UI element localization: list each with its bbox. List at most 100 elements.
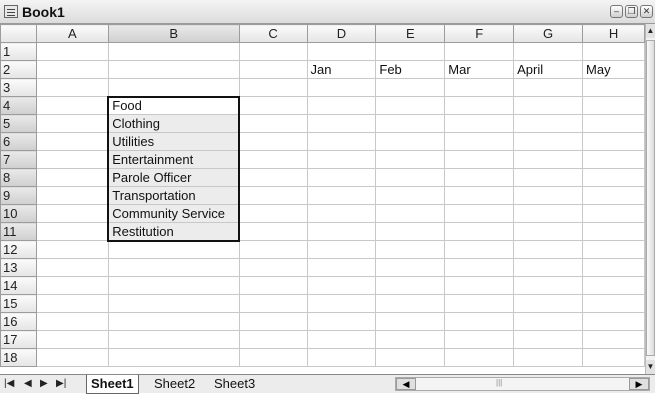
last-sheet-icon[interactable]: ▶|: [56, 378, 66, 389]
cell-d4[interactable]: [306, 96, 377, 115]
cell-h16[interactable]: [582, 312, 645, 331]
cell-e4[interactable]: [375, 96, 446, 115]
cell-e13[interactable]: [375, 258, 446, 277]
cell-e3[interactable]: [375, 78, 446, 97]
cell-a18[interactable]: [35, 348, 109, 367]
cell-a3[interactable]: [35, 78, 109, 97]
cell-a2[interactable]: [35, 60, 109, 79]
cell-b3[interactable]: [107, 78, 240, 97]
cell-c9[interactable]: [238, 186, 308, 205]
cell-e10[interactable]: [375, 204, 446, 223]
cell-h2[interactable]: May: [582, 60, 645, 79]
cell-c16[interactable]: [238, 312, 308, 331]
cell-d11[interactable]: [306, 222, 377, 241]
row-header-11[interactable]: 11: [0, 222, 37, 241]
cell-g5[interactable]: [513, 114, 584, 133]
cell-b14[interactable]: [107, 276, 240, 295]
cell-a14[interactable]: [35, 276, 109, 295]
cell-d2[interactable]: Jan: [306, 60, 377, 79]
cell-c18[interactable]: [238, 348, 308, 367]
row-header-17[interactable]: 17: [0, 330, 37, 349]
cell-c5[interactable]: [238, 114, 308, 133]
row-header-2[interactable]: 2: [0, 60, 37, 79]
cell-b8[interactable]: Parole Officer: [107, 168, 241, 187]
vertical-scroll-thumb[interactable]: [646, 40, 655, 356]
cell-b17[interactable]: [107, 330, 240, 349]
cell-e16[interactable]: [375, 312, 446, 331]
cell-c13[interactable]: [238, 258, 308, 277]
cell-b11[interactable]: Restitution: [107, 222, 241, 242]
column-header-e[interactable]: E: [375, 24, 446, 43]
cell-h3[interactable]: [582, 78, 645, 97]
cell-a10[interactable]: [35, 204, 109, 223]
cell-c12[interactable]: [238, 240, 308, 259]
cell-f1[interactable]: [444, 42, 515, 61]
cell-h6[interactable]: [582, 132, 645, 151]
cell-d15[interactable]: [306, 294, 377, 313]
cell-h4[interactable]: [582, 96, 645, 115]
cell-d18[interactable]: [306, 348, 377, 367]
cell-d3[interactable]: [306, 78, 377, 97]
cell-g9[interactable]: [513, 186, 584, 205]
row-header-3[interactable]: 3: [0, 78, 37, 97]
cell-d9[interactable]: [306, 186, 377, 205]
cell-d5[interactable]: [306, 114, 377, 133]
cell-h13[interactable]: [582, 258, 645, 277]
cell-f15[interactable]: [444, 294, 515, 313]
cell-d6[interactable]: [306, 132, 377, 151]
sheet-tab-2[interactable]: Sheet2: [150, 375, 199, 393]
cell-e15[interactable]: [375, 294, 446, 313]
cell-c3[interactable]: [238, 78, 308, 97]
cell-a6[interactable]: [35, 132, 109, 151]
cell-f11[interactable]: [444, 222, 515, 241]
row-header-7[interactable]: 7: [0, 150, 37, 169]
cell-f7[interactable]: [444, 150, 515, 169]
cell-h12[interactable]: [582, 240, 645, 259]
cell-f18[interactable]: [444, 348, 515, 367]
cell-g10[interactable]: [513, 204, 584, 223]
cell-a1[interactable]: [35, 42, 109, 61]
cell-g4[interactable]: [513, 96, 584, 115]
cell-h11[interactable]: [582, 222, 645, 241]
cell-e7[interactable]: [375, 150, 446, 169]
cell-b5[interactable]: Clothing: [107, 114, 241, 133]
column-header-h[interactable]: H: [582, 24, 645, 43]
excel-document-icon[interactable]: [4, 5, 18, 18]
cell-f10[interactable]: [444, 204, 515, 223]
cell-d13[interactable]: [306, 258, 377, 277]
cell-b9[interactable]: Transportation: [107, 186, 241, 205]
cell-h5[interactable]: [582, 114, 645, 133]
cell-f5[interactable]: [444, 114, 515, 133]
cell-c1[interactable]: [238, 42, 308, 61]
cell-c6[interactable]: [238, 132, 308, 151]
cell-f8[interactable]: [444, 168, 515, 187]
cell-h17[interactable]: [582, 330, 645, 349]
scroll-left-icon[interactable]: ◀: [396, 378, 416, 390]
cell-g3[interactable]: [513, 78, 584, 97]
cell-d16[interactable]: [306, 312, 377, 331]
cell-c10[interactable]: [238, 204, 308, 223]
column-header-b[interactable]: B: [107, 24, 240, 43]
cell-b7[interactable]: Entertainment: [107, 150, 241, 169]
row-header-6[interactable]: 6: [0, 132, 37, 151]
cell-h15[interactable]: [582, 294, 645, 313]
cell-g17[interactable]: [513, 330, 584, 349]
cell-a16[interactable]: [35, 312, 109, 331]
cell-h7[interactable]: [582, 150, 645, 169]
vertical-scrollbar[interactable]: ▲ ▼: [645, 24, 655, 374]
cell-e18[interactable]: [375, 348, 446, 367]
cell-g2[interactable]: April: [513, 60, 584, 79]
select-all-corner[interactable]: [0, 24, 37, 43]
cell-d8[interactable]: [306, 168, 377, 187]
row-header-18[interactable]: 18: [0, 348, 37, 367]
row-header-14[interactable]: 14: [0, 276, 37, 295]
cell-c4[interactable]: [238, 96, 308, 115]
cell-g12[interactable]: [513, 240, 584, 259]
cell-a7[interactable]: [35, 150, 109, 169]
cell-a12[interactable]: [35, 240, 109, 259]
cell-b4[interactable]: Food: [107, 95, 241, 115]
cell-g7[interactable]: [513, 150, 584, 169]
prev-sheet-icon[interactable]: ◀: [24, 378, 32, 389]
cell-e1[interactable]: [375, 42, 446, 61]
cell-h8[interactable]: [582, 168, 645, 187]
